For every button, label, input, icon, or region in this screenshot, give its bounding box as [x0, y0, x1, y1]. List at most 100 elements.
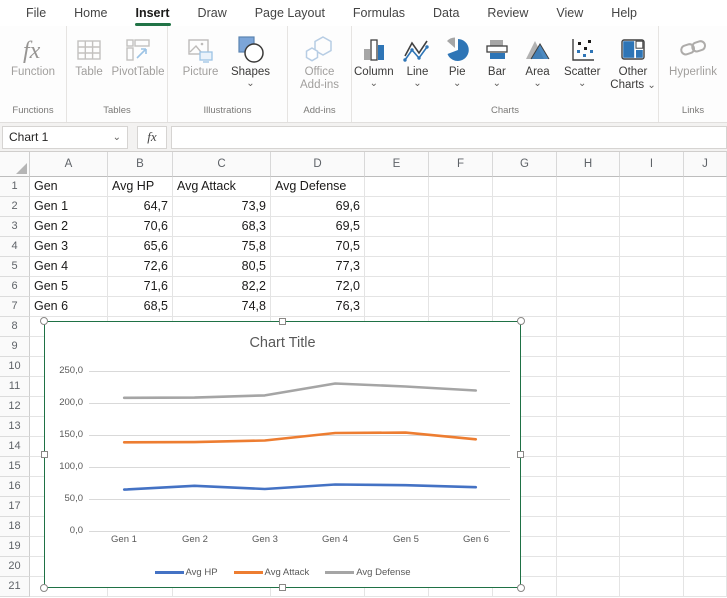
cell-H3[interactable]: [557, 217, 620, 237]
cell-J16[interactable]: [684, 477, 727, 497]
cell-J18[interactable]: [684, 517, 727, 537]
cell-I18[interactable]: [620, 517, 684, 537]
insert-function-button[interactable]: fx: [137, 126, 167, 149]
resize-handle-nw[interactable]: [40, 317, 48, 325]
cell-J1[interactable]: [684, 177, 727, 197]
legend-item[interactable]: Avg Defense: [325, 567, 410, 578]
cell-I21[interactable]: [620, 577, 684, 597]
cell-A1[interactable]: Gen: [30, 177, 108, 197]
cell-H7[interactable]: [557, 297, 620, 317]
resize-handle-n[interactable]: [279, 318, 286, 325]
tab-insert[interactable]: Insert: [122, 0, 184, 26]
cell-H15[interactable]: [557, 457, 620, 477]
cell-B6[interactable]: 71,6: [108, 277, 173, 297]
cell-F3[interactable]: [429, 217, 493, 237]
row-header-4[interactable]: 4: [0, 237, 30, 257]
bar-chart-button[interactable]: Bar ⌄: [478, 33, 516, 90]
cell-J17[interactable]: [684, 497, 727, 517]
legend-item[interactable]: Avg HP: [155, 567, 218, 578]
cell-H17[interactable]: [557, 497, 620, 517]
cell-D2[interactable]: 69,6: [271, 197, 365, 217]
column-header-I[interactable]: I: [620, 152, 684, 177]
row-header-6[interactable]: 6: [0, 277, 30, 297]
cell-D5[interactable]: 77,3: [271, 257, 365, 277]
row-header-18[interactable]: 18: [0, 517, 30, 537]
column-header-B[interactable]: B: [108, 152, 173, 177]
cell-G6[interactable]: [493, 277, 557, 297]
cell-H11[interactable]: [557, 377, 620, 397]
cell-B2[interactable]: 64,7: [108, 197, 173, 217]
cell-H14[interactable]: [557, 437, 620, 457]
hyperlink-button[interactable]: Hyperlink: [662, 33, 724, 80]
cell-J6[interactable]: [684, 277, 727, 297]
cell-H6[interactable]: [557, 277, 620, 297]
cell-J13[interactable]: [684, 417, 727, 437]
cell-J10[interactable]: [684, 357, 727, 377]
cell-J7[interactable]: [684, 297, 727, 317]
cell-F4[interactable]: [429, 237, 493, 257]
column-header-C[interactable]: C: [173, 152, 271, 177]
cell-I12[interactable]: [620, 397, 684, 417]
resize-handle-e[interactable]: [517, 451, 524, 458]
cell-B1[interactable]: Avg HP: [108, 177, 173, 197]
cell-J12[interactable]: [684, 397, 727, 417]
cell-G1[interactable]: [493, 177, 557, 197]
cell-H16[interactable]: [557, 477, 620, 497]
cell-H2[interactable]: [557, 197, 620, 217]
cell-C5[interactable]: 80,5: [173, 257, 271, 277]
office-addins-button[interactable]: Office Add-ins: [291, 33, 349, 93]
chart-object[interactable]: Chart Title 250,0 200,0 150,0 100,0 50,0…: [44, 321, 521, 588]
row-header-8[interactable]: 8: [0, 317, 30, 337]
cell-J2[interactable]: [684, 197, 727, 217]
cell-J19[interactable]: [684, 537, 727, 557]
cell-I1[interactable]: [620, 177, 684, 197]
cell-D3[interactable]: 69,5: [271, 217, 365, 237]
cell-E2[interactable]: [365, 197, 429, 217]
cell-J8[interactable]: [684, 317, 727, 337]
column-chart-button[interactable]: Column ⌄: [352, 33, 396, 90]
column-header-H[interactable]: H: [557, 152, 620, 177]
cell-H8[interactable]: [557, 317, 620, 337]
cell-I9[interactable]: [620, 337, 684, 357]
tab-view[interactable]: View: [542, 0, 597, 26]
cell-A2[interactable]: Gen 1: [30, 197, 108, 217]
cell-J21[interactable]: [684, 577, 727, 597]
cell-E3[interactable]: [365, 217, 429, 237]
cell-E6[interactable]: [365, 277, 429, 297]
resize-handle-sw[interactable]: [40, 584, 48, 592]
cell-I4[interactable]: [620, 237, 684, 257]
cell-I7[interactable]: [620, 297, 684, 317]
cell-F1[interactable]: [429, 177, 493, 197]
formula-input[interactable]: [171, 126, 727, 149]
tab-formulas[interactable]: Formulas: [339, 0, 419, 26]
cell-I19[interactable]: [620, 537, 684, 557]
scatter-chart-button[interactable]: Scatter ⌄: [559, 33, 605, 90]
row-header-9[interactable]: 9: [0, 337, 30, 357]
cell-I3[interactable]: [620, 217, 684, 237]
cell-C1[interactable]: Avg Attack: [173, 177, 271, 197]
cell-A7[interactable]: Gen 6: [30, 297, 108, 317]
cell-D6[interactable]: 72,0: [271, 277, 365, 297]
cell-D7[interactable]: 76,3: [271, 297, 365, 317]
cell-E4[interactable]: [365, 237, 429, 257]
row-header-16[interactable]: 16: [0, 477, 30, 497]
chart-title[interactable]: Chart Title: [45, 335, 520, 351]
cell-E5[interactable]: [365, 257, 429, 277]
cell-J15[interactable]: [684, 457, 727, 477]
row-header-17[interactable]: 17: [0, 497, 30, 517]
row-header-15[interactable]: 15: [0, 457, 30, 477]
cell-H20[interactable]: [557, 557, 620, 577]
cell-G3[interactable]: [493, 217, 557, 237]
resize-handle-ne[interactable]: [517, 317, 525, 325]
row-header-13[interactable]: 13: [0, 417, 30, 437]
row-header-1[interactable]: 1: [0, 177, 30, 197]
tab-draw[interactable]: Draw: [184, 0, 241, 26]
picture-button[interactable]: Picture: [178, 33, 224, 80]
resize-handle-w[interactable]: [41, 451, 48, 458]
cell-B5[interactable]: 72,6: [108, 257, 173, 277]
cell-I10[interactable]: [620, 357, 684, 377]
area-chart-button[interactable]: Area ⌄: [519, 33, 557, 90]
row-header-5[interactable]: 5: [0, 257, 30, 277]
cell-C6[interactable]: 82,2: [173, 277, 271, 297]
line-chart-button[interactable]: Line ⌄: [399, 33, 437, 90]
